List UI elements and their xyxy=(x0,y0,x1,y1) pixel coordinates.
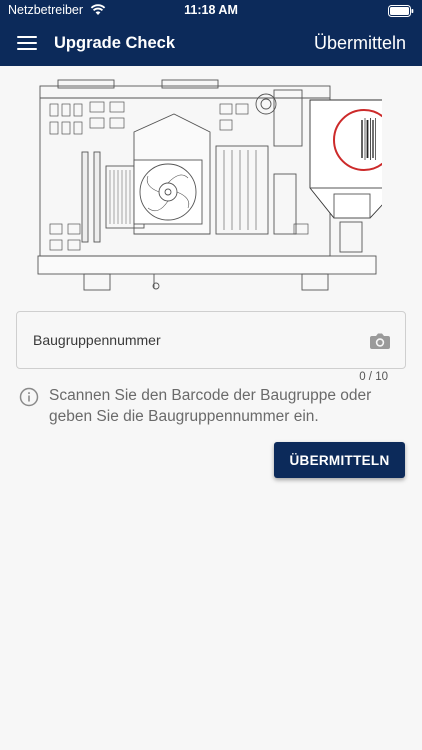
submit-button[interactable]: ÜBERMITTELN xyxy=(274,442,405,478)
header-submit-button[interactable]: Übermitteln xyxy=(314,33,406,54)
page-title: Upgrade Check xyxy=(54,34,176,52)
info-icon xyxy=(19,387,39,407)
camera-icon[interactable] xyxy=(369,332,391,350)
module-number-field[interactable] xyxy=(16,311,406,369)
module-illustration xyxy=(37,79,382,291)
status-bar: Netzbetreiber 11:18 AM xyxy=(0,0,422,22)
character-counter: 0 / 10 xyxy=(359,371,388,383)
battery-icon xyxy=(388,5,414,17)
menu-icon[interactable] xyxy=(17,36,37,50)
app-header: Netzbetreiber 11:18 AM Upgrade Check Übe… xyxy=(0,0,422,66)
module-number-input[interactable] xyxy=(33,326,353,354)
info-text: Scannen Sie den Barcode der Baugruppe od… xyxy=(49,387,372,425)
status-time: 11:18 AM xyxy=(184,3,238,17)
